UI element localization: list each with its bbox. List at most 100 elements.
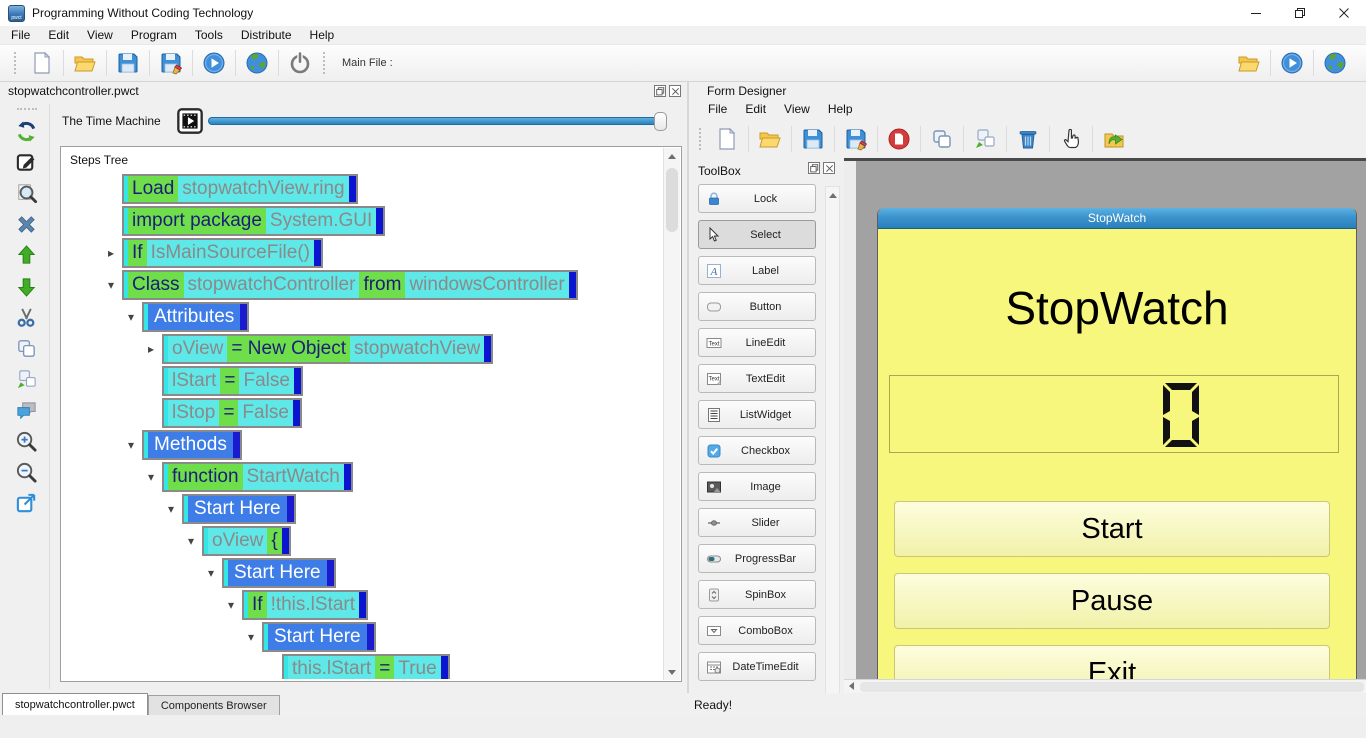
menu-help[interactable]: Help — [301, 28, 344, 42]
stopwatch-form[interactable]: StopWatch StopWatch 0 StartPauseExit — [877, 208, 1357, 681]
steps-tree-row[interactable]: LoadstopwatchView.ring — [105, 173, 663, 205]
toolbox-item-datetimeedit[interactable]: DateTimeEdit — [698, 652, 816, 681]
tree-expander-icon[interactable]: ▾ — [205, 566, 217, 580]
steps-tree-row[interactable]: ▾ Methods — [125, 429, 663, 461]
restore-button[interactable] — [1278, 0, 1322, 26]
float-panel-icon[interactable] — [808, 162, 820, 174]
toolbox-item-button[interactable]: Button — [698, 292, 816, 321]
close-button[interactable] — [1322, 0, 1366, 26]
toolbox-item-listwidget[interactable]: ListWidget — [698, 400, 816, 429]
menu-distribute[interactable]: Distribute — [232, 28, 301, 42]
toolbox-item-combobox[interactable]: ComboBox — [698, 616, 816, 645]
tree-expander-icon[interactable]: ▾ — [165, 502, 177, 516]
internet-button[interactable] — [1318, 47, 1352, 79]
tree-expander-icon[interactable]: ▾ — [125, 310, 137, 324]
stopwatch-heading-label[interactable]: StopWatch — [878, 281, 1356, 335]
form-button-exit[interactable]: Exit — [894, 645, 1330, 681]
tree-expander-icon[interactable]: ▸ — [105, 246, 117, 260]
step-box[interactable]: ClassstopwatchControllerfromwindowsContr… — [122, 270, 578, 300]
internet-button[interactable] — [240, 47, 274, 79]
power-button[interactable] — [283, 47, 317, 79]
time-machine-play-button[interactable] — [176, 107, 204, 135]
step-box[interactable]: Start Here — [262, 622, 376, 652]
steps-tree-row[interactable]: ▾oView{ — [185, 525, 663, 557]
comments-button[interactable] — [12, 397, 42, 424]
save-button[interactable] — [111, 47, 145, 79]
steps-tree-scrollbar[interactable] — [663, 148, 680, 680]
edit-button[interactable] — [12, 149, 42, 176]
step-box[interactable]: LoadstopwatchView.ring — [122, 174, 358, 204]
tree-expander-icon[interactable]: ▾ — [225, 598, 237, 612]
scroll-thumb[interactable] — [860, 682, 1364, 692]
menu-tools[interactable]: Tools — [186, 28, 232, 42]
paste-button[interactable] — [968, 123, 1002, 155]
fd-menu-edit[interactable]: Edit — [736, 102, 775, 116]
menu-view[interactable]: View — [78, 28, 122, 42]
fd-menu-view[interactable]: View — [775, 102, 819, 116]
time-machine-slider-handle[interactable] — [654, 112, 667, 131]
step-box[interactable]: Methods — [142, 430, 242, 460]
save-as-button[interactable] — [154, 47, 188, 79]
tree-expander-icon[interactable]: ▾ — [185, 534, 197, 548]
open-folder-button[interactable] — [1232, 47, 1266, 79]
steps-tree-row[interactable]: ▾ Start Here — [245, 621, 663, 653]
menu-edit[interactable]: Edit — [39, 28, 78, 42]
run-button[interactable] — [197, 47, 231, 79]
delete-component-button[interactable] — [882, 123, 916, 155]
steps-tree-row[interactable]: ▾ ClassstopwatchControllerfromwindowsCont… — [105, 269, 663, 301]
tab-stopwatchcontroller-pwct[interactable]: stopwatchcontroller.pwct — [2, 693, 148, 715]
steps-tree-row[interactable]: lStart=False — [145, 365, 663, 397]
step-box[interactable]: functionStartWatch — [162, 462, 353, 492]
delete-button[interactable] — [12, 211, 42, 238]
toolbox-item-spinbox[interactable]: SpinBox — [698, 580, 816, 609]
scroll-left-icon[interactable] — [844, 679, 859, 693]
tab-components-browser[interactable]: Components Browser — [148, 695, 280, 715]
steps-tree-row[interactable]: lStop=False — [145, 397, 663, 429]
step-box[interactable]: lStop=False — [162, 398, 302, 428]
step-box[interactable]: import packageSystem.GUI — [122, 206, 385, 236]
fd-menu-file[interactable]: File — [699, 102, 736, 116]
open-folder-button[interactable] — [68, 47, 102, 79]
steps-tree-row[interactable]: ▾Attributes — [125, 301, 663, 333]
tree-expander-icon[interactable]: ▸ — [145, 342, 157, 356]
stopwatch-form-titlebar[interactable]: StopWatch — [878, 208, 1356, 229]
menu-file[interactable]: File — [2, 28, 39, 42]
toolbox-item-progressbar[interactable]: ProgressBar — [698, 544, 816, 573]
minimize-button[interactable] — [1234, 0, 1278, 26]
export-button[interactable] — [1097, 123, 1131, 155]
tree-expander-icon[interactable]: ▾ — [245, 630, 257, 644]
float-panel-icon[interactable] — [654, 85, 666, 97]
toolbox-item-slider[interactable]: Slider — [698, 508, 816, 537]
scroll-up-icon[interactable] — [664, 148, 680, 164]
find-button[interactable] — [12, 180, 42, 207]
tree-expander-icon[interactable]: ▾ — [125, 438, 137, 452]
toolbox-item-select[interactable]: Select — [698, 220, 816, 249]
fd-menu-help[interactable]: Help — [819, 102, 862, 116]
zoom-in-button[interactable] — [12, 428, 42, 455]
scroll-up-icon[interactable] — [826, 187, 839, 203]
steps-tree-row[interactable]: this.lStart=True — [265, 653, 663, 679]
step-box[interactable]: Start Here — [222, 558, 336, 588]
new-file-button[interactable] — [25, 47, 59, 79]
step-box[interactable]: this.lStart=True — [282, 654, 450, 679]
goto-button[interactable] — [12, 490, 42, 517]
trash-button[interactable] — [1011, 123, 1045, 155]
cut-button[interactable] — [12, 304, 42, 331]
canvas-hscrollbar[interactable] — [844, 679, 1366, 693]
interact-button[interactable] — [12, 118, 42, 145]
steps-tree-row[interactable]: ▸oView= New ObjectstopwatchView — [145, 333, 663, 365]
tree-expander-icon[interactable]: ▾ — [105, 278, 117, 292]
step-box[interactable]: IfIsMainSourceFile() — [122, 238, 323, 268]
design-canvas[interactable]: StopWatch StopWatch 0 StartPauseExit — [844, 158, 1366, 715]
scroll-thumb[interactable] — [666, 168, 678, 232]
copy-button[interactable] — [12, 335, 42, 362]
run-button[interactable] — [1275, 47, 1309, 79]
toolbox-item-lock[interactable]: Lock — [698, 184, 816, 213]
steps-tree-row[interactable]: ▾Start Here — [165, 493, 663, 525]
paste-button[interactable] — [12, 366, 42, 393]
steps-tree-row[interactable]: import packageSystem.GUI — [105, 205, 663, 237]
step-box[interactable]: lStart=False — [162, 366, 303, 396]
toolbox-item-image[interactable]: Image — [698, 472, 816, 501]
toolbox-item-checkbox[interactable]: Checkbox — [698, 436, 816, 465]
steps-tree-row[interactable]: ▾functionStartWatch — [145, 461, 663, 493]
